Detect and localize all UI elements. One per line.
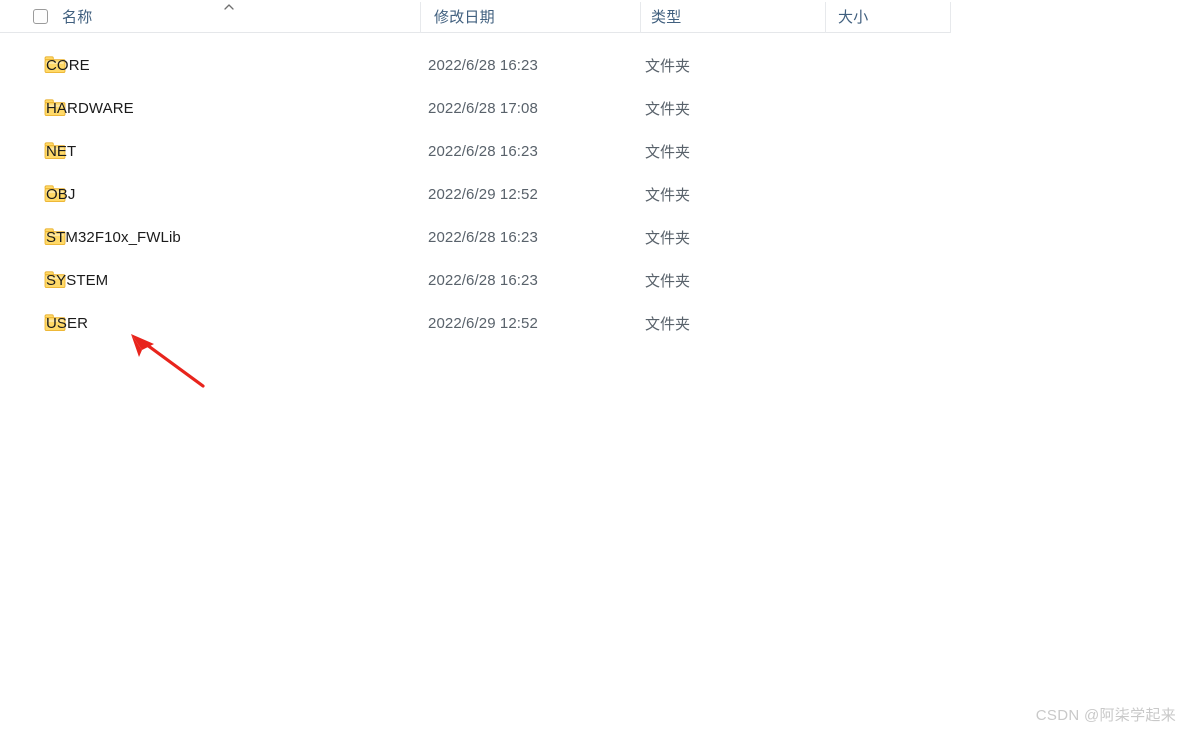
file-size-cell — [826, 173, 951, 216]
file-size-cell — [826, 130, 951, 173]
column-header-name[interactable]: 名称 — [0, 0, 420, 32]
file-name-cell-text: OBJ — [46, 186, 76, 203]
file-type-cell: 文件夹 — [641, 87, 825, 130]
file-date-cell: 2022/6/28 16:23 — [421, 130, 640, 173]
file-type-cell: 文件夹 — [641, 44, 825, 87]
file-date-cell-text: 2022/6/28 16:23 — [428, 229, 538, 246]
file-size-cell — [826, 216, 951, 259]
table-row[interactable]: NET 2022/6/28 16:23 文件夹 — [0, 130, 951, 173]
file-date-cell-text: 2022/6/28 16:23 — [428, 143, 538, 160]
file-type-cell: 文件夹 — [641, 302, 825, 345]
file-name-cell: STM32F10x_FWLib — [0, 216, 420, 259]
file-date-cell-text: 2022/6/29 12:52 — [428, 186, 538, 203]
file-name-cell: OBJ — [0, 173, 420, 216]
file-name-cell-text: SYSTEM — [46, 272, 109, 289]
file-size-cell — [826, 44, 951, 87]
file-name-cell-text: CORE — [46, 57, 90, 74]
file-name-cell-text: USER — [46, 315, 89, 332]
file-type-cell-text: 文件夹 — [645, 230, 691, 247]
file-type-cell-text: 文件夹 — [645, 144, 691, 161]
file-type-cell-text: 文件夹 — [645, 273, 691, 290]
file-name-cell-text: STM32F10x_FWLib — [46, 229, 181, 246]
file-name-cell-text: NET — [46, 143, 77, 160]
table-row[interactable]: USER 2022/6/29 12:52 文件夹 — [0, 302, 951, 345]
file-type-cell: 文件夹 — [641, 130, 825, 173]
file-explorer-list-view: 名称 修改日期 类型 大小 CORE 2022/6/28 16:23 文件夹 HARD… — [0, 0, 1184, 730]
column-header-type-label: 类型 — [651, 8, 682, 26]
file-date-cell-text: 2022/6/28 16:23 — [428, 272, 538, 289]
file-list: CORE 2022/6/28 16:23 文件夹 HARDWARE 2022/6/28 … — [0, 44, 951, 345]
file-date-cell: 2022/6/29 12:52 — [421, 302, 640, 345]
file-date-cell-text: 2022/6/28 16:23 — [428, 57, 538, 74]
file-date-cell: 2022/6/29 12:52 — [421, 173, 640, 216]
file-date-cell: 2022/6/28 16:23 — [421, 44, 640, 87]
column-header-size[interactable]: 大小 — [826, 0, 951, 32]
file-type-cell-text: 文件夹 — [645, 58, 691, 75]
column-header-date-label: 修改日期 — [434, 8, 495, 26]
column-divider-size-end[interactable] — [950, 2, 951, 33]
file-type-cell: 文件夹 — [641, 173, 825, 216]
file-type-cell-text: 文件夹 — [645, 101, 691, 118]
sort-ascending-icon[interactable] — [222, 2, 236, 12]
file-type-cell: 文件夹 — [641, 216, 825, 259]
file-date-cell: 2022/6/28 16:23 — [421, 259, 640, 302]
column-header-row: 名称 修改日期 类型 大小 — [0, 0, 951, 33]
file-date-cell-text: 2022/6/29 12:52 — [428, 315, 538, 332]
table-row[interactable]: OBJ 2022/6/29 12:52 文件夹 — [0, 173, 951, 216]
column-header-name-label: 名称 — [62, 8, 93, 26]
file-name-cell: CORE — [0, 44, 420, 87]
csdn-watermark: CSDN @阿柒学起来 — [1035, 707, 1176, 724]
file-size-cell — [826, 87, 951, 130]
file-name-cell: USER — [0, 302, 420, 345]
file-name-cell-text: HARDWARE — [46, 100, 134, 117]
file-name-cell: SYSTEM — [0, 259, 420, 302]
file-type-cell: 文件夹 — [641, 259, 825, 302]
file-name-cell: HARDWARE — [0, 87, 420, 130]
column-header-date[interactable]: 修改日期 — [421, 0, 640, 32]
file-size-cell — [826, 259, 951, 302]
column-header-size-label: 大小 — [838, 8, 869, 26]
table-row[interactable]: STM32F10x_FWLib 2022/6/28 16:23 文件夹 — [0, 216, 951, 259]
table-row[interactable]: SYSTEM 2022/6/28 16:23 文件夹 — [0, 259, 951, 302]
file-name-cell: NET — [0, 130, 420, 173]
table-row[interactable]: HARDWARE 2022/6/28 17:08 文件夹 — [0, 87, 951, 130]
table-row[interactable]: CORE 2022/6/28 16:23 文件夹 — [0, 44, 951, 87]
file-date-cell: 2022/6/28 16:23 — [421, 216, 640, 259]
file-type-cell-text: 文件夹 — [645, 187, 691, 204]
column-header-type[interactable]: 类型 — [641, 0, 825, 32]
file-date-cell: 2022/6/28 17:08 — [421, 87, 640, 130]
file-size-cell — [826, 302, 951, 345]
file-date-cell-text: 2022/6/28 17:08 — [428, 100, 538, 117]
file-type-cell-text: 文件夹 — [645, 316, 691, 333]
